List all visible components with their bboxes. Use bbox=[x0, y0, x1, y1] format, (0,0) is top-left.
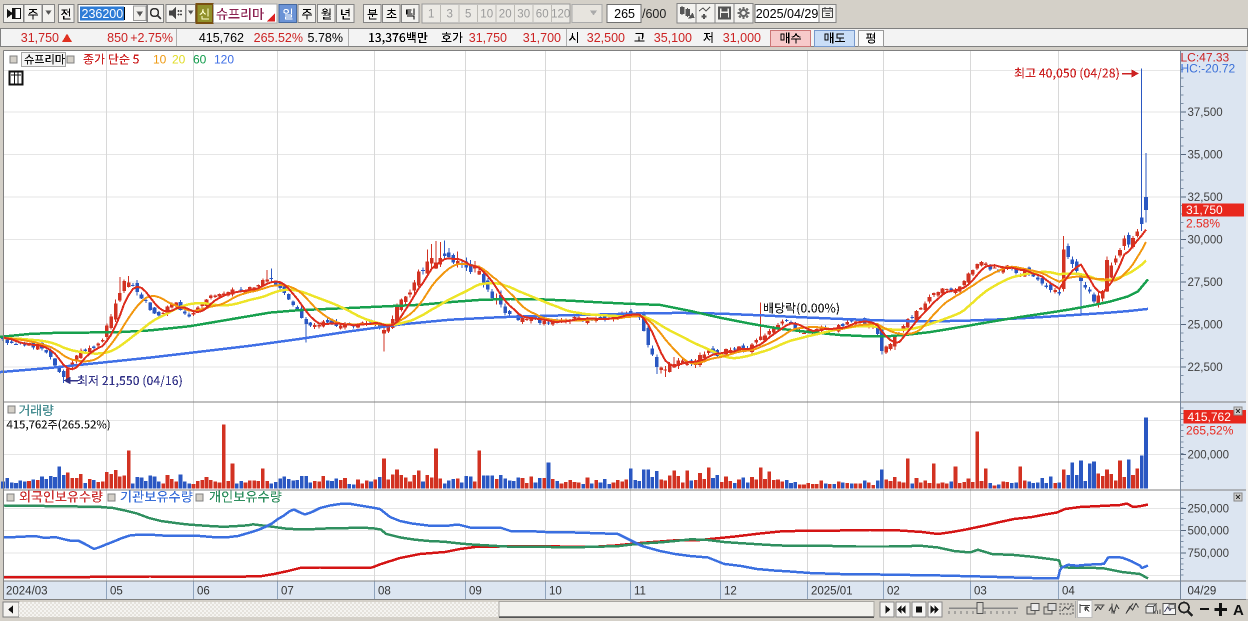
svg-text:06: 06 bbox=[197, 586, 210, 598]
svg-text:27,500: 27,500 bbox=[1188, 277, 1223, 289]
svg-text:A: A bbox=[1233, 602, 1244, 619]
svg-text:750,000: 750,000 bbox=[1188, 548, 1230, 560]
svg-text:2024/03: 2024/03 bbox=[6, 586, 48, 598]
svg-text:60: 60 bbox=[536, 9, 549, 21]
svg-text:HC:-20.72: HC:-20.72 bbox=[1181, 62, 1236, 76]
svg-text:20: 20 bbox=[172, 53, 186, 67]
svg-text:10: 10 bbox=[549, 586, 562, 598]
svg-text:30,000: 30,000 bbox=[1188, 235, 1223, 247]
svg-text:31,000: 31,000 bbox=[723, 31, 761, 45]
svg-text:25,000: 25,000 bbox=[1188, 320, 1223, 332]
svg-text:11: 11 bbox=[634, 586, 646, 598]
svg-text:31,750: 31,750 bbox=[1186, 203, 1223, 217]
svg-text:08: 08 bbox=[378, 586, 391, 598]
svg-text:31,750: 31,750 bbox=[469, 31, 507, 45]
svg-text:31,750: 31,750 bbox=[21, 31, 59, 45]
svg-text:02: 02 bbox=[887, 586, 900, 598]
svg-text:07: 07 bbox=[281, 586, 294, 598]
svg-text:5.78%: 5.78% bbox=[308, 31, 343, 45]
svg-text:37,500: 37,500 bbox=[1188, 107, 1223, 119]
svg-text:31,700: 31,700 bbox=[523, 31, 561, 45]
svg-text:2025/04/29: 2025/04/29 bbox=[756, 7, 819, 21]
svg-text:265,52%: 265,52% bbox=[1186, 424, 1234, 438]
svg-text:265: 265 bbox=[614, 7, 635, 21]
svg-text:03: 03 bbox=[974, 586, 987, 598]
svg-text:20: 20 bbox=[499, 9, 512, 21]
svg-text:236200: 236200 bbox=[82, 7, 124, 21]
svg-text:250,000: 250,000 bbox=[1188, 503, 1230, 515]
svg-text:22,500: 22,500 bbox=[1188, 362, 1223, 374]
svg-text:415,762: 415,762 bbox=[1188, 410, 1232, 424]
svg-text:3: 3 bbox=[446, 9, 452, 21]
svg-text:60: 60 bbox=[193, 53, 207, 67]
svg-text:10: 10 bbox=[480, 9, 493, 21]
svg-text:35,000: 35,000 bbox=[1188, 150, 1223, 162]
svg-text:200,000: 200,000 bbox=[1188, 449, 1230, 461]
svg-text:30: 30 bbox=[517, 9, 530, 21]
svg-text:2025/01: 2025/01 bbox=[811, 586, 853, 598]
svg-text:120: 120 bbox=[551, 9, 570, 21]
svg-text:415,762: 415,762 bbox=[199, 31, 244, 45]
svg-text:5: 5 bbox=[465, 9, 471, 21]
svg-text:12: 12 bbox=[724, 586, 737, 598]
svg-text:05: 05 bbox=[110, 586, 123, 598]
svg-text:10: 10 bbox=[153, 53, 167, 67]
svg-text:850: 850 bbox=[107, 31, 128, 45]
svg-text:2.58%: 2.58% bbox=[1186, 217, 1220, 231]
svg-text:09: 09 bbox=[469, 586, 482, 598]
svg-text:1: 1 bbox=[428, 9, 434, 21]
svg-text:/600: /600 bbox=[642, 7, 666, 21]
svg-text:+2.75%: +2.75% bbox=[130, 31, 173, 45]
svg-text:04/29: 04/29 bbox=[1188, 586, 1217, 598]
svg-text:500,000: 500,000 bbox=[1188, 526, 1230, 538]
svg-text:32,500: 32,500 bbox=[587, 31, 625, 45]
svg-text:120: 120 bbox=[214, 53, 234, 67]
svg-text:35,100: 35,100 bbox=[654, 31, 692, 45]
svg-text:04: 04 bbox=[1062, 586, 1075, 598]
svg-text:265.52%: 265.52% bbox=[254, 31, 303, 45]
